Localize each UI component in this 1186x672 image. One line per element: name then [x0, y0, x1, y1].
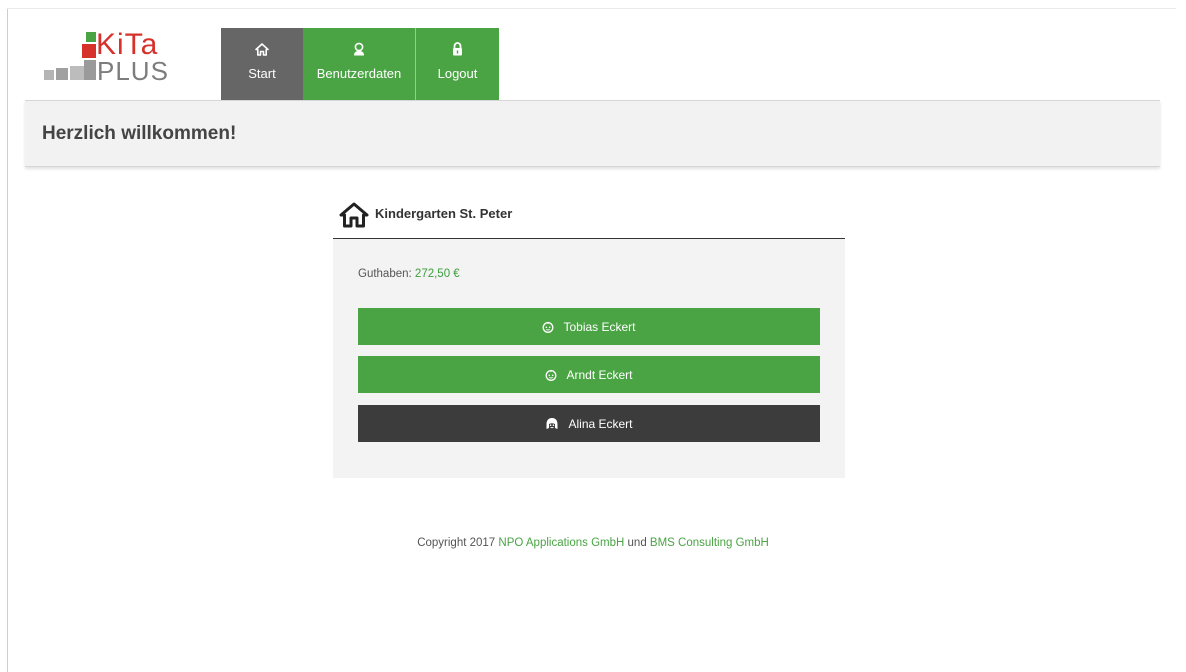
- kindergarten-card: Guthaben: 272,50 € Tobias Eckert Arndt E…: [333, 239, 845, 478]
- user-icon: [353, 40, 365, 58]
- boy-face-icon: [545, 369, 557, 381]
- house-icon: [339, 202, 369, 233]
- kindergarten-header: Kindergarten St. Peter: [333, 196, 845, 239]
- nav-logout-label: Logout: [437, 66, 478, 81]
- nav-benutzerdaten-label: Benutzerdaten: [316, 66, 402, 81]
- logo-square: [84, 60, 96, 80]
- child-name: Tobias Eckert: [563, 319, 636, 334]
- window-border: [7, 8, 8, 672]
- logo-square: [70, 66, 84, 80]
- child-name: Arndt Eckert: [566, 367, 633, 382]
- girl-face-icon: [545, 417, 559, 430]
- home-icon: [255, 40, 269, 58]
- footer-joiner: und: [627, 537, 647, 549]
- logo-text-plus: PLUS: [97, 56, 169, 86]
- footer: Copyright 2017 NPO Applications GmbH und…: [0, 537, 1186, 549]
- child-name: Alina Eckert: [568, 416, 633, 431]
- nav-logout[interactable]: Logout: [416, 28, 499, 100]
- logo-square: [44, 70, 54, 80]
- logo-square-green: [86, 32, 96, 42]
- child-button-arndt[interactable]: Arndt Eckert: [358, 356, 820, 393]
- welcome-bar: Herzlich willkommen!: [25, 100, 1160, 167]
- nav-start[interactable]: Start: [221, 28, 303, 100]
- balance-label: Guthaben:: [358, 268, 412, 280]
- kindergarten-name: Kindergarten St. Peter: [375, 206, 513, 221]
- logo-square-red: [82, 44, 96, 58]
- balance: Guthaben: 272,50 €: [358, 268, 460, 280]
- copyright-text: Copyright 2017: [417, 537, 496, 549]
- child-button-alina[interactable]: Alina Eckert: [358, 405, 820, 442]
- kita-plus-logo[interactable]: KiTa PLUS: [44, 24, 184, 88]
- main-nav: Start Benutzerdaten Logout: [221, 28, 499, 100]
- nav-benutzerdaten[interactable]: Benutzerdaten: [303, 28, 416, 100]
- logo-square: [56, 68, 68, 80]
- window-border-top: [7, 8, 1176, 9]
- lock-icon: [452, 40, 463, 58]
- boy-face-icon: [542, 321, 554, 333]
- child-button-tobias[interactable]: Tobias Eckert: [358, 308, 820, 345]
- npo-applications-link[interactable]: NPO Applications GmbH: [498, 537, 624, 549]
- balance-value: 272,50 €: [414, 268, 460, 280]
- bms-consulting-link[interactable]: BMS Consulting GmbH: [650, 537, 769, 549]
- nav-start-label: Start: [248, 66, 276, 81]
- page-title: Herzlich willkommen!: [42, 123, 237, 144]
